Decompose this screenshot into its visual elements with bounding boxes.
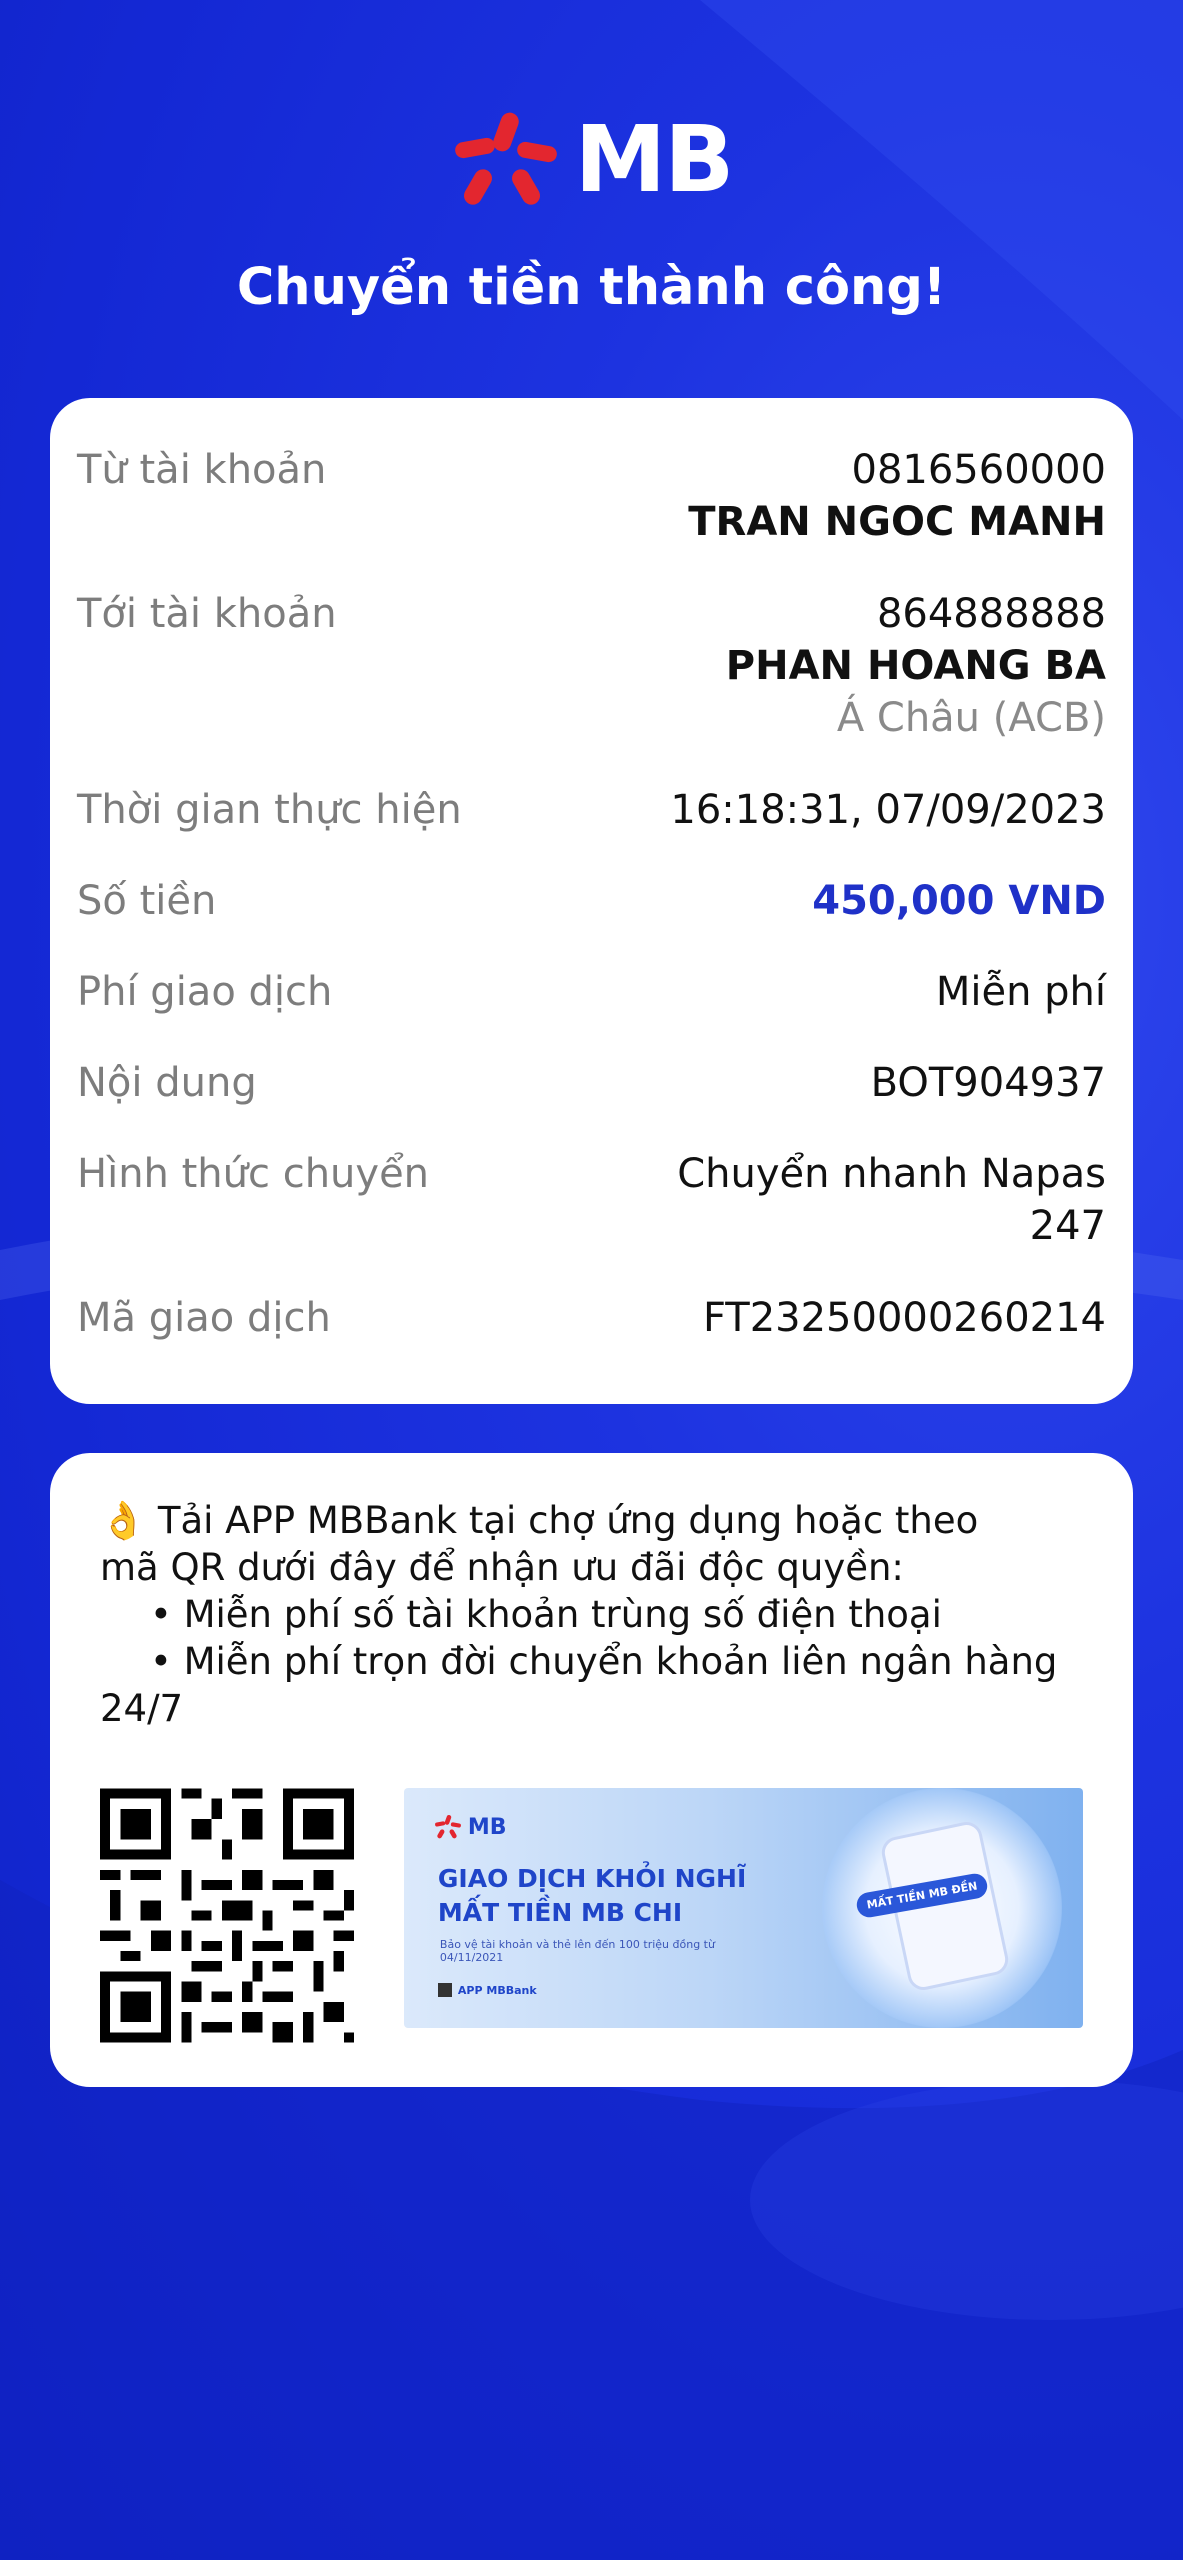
content-label: Nội dung: [77, 1060, 257, 1106]
promo-bullet2: • Miễn phí trọn đời chuyển khoản liên ng…: [150, 1640, 1058, 1683]
banner-headline2: MẤT TIỀN MB CHI: [437, 1898, 683, 1927]
from-account-row: Từ tài khoản 0816560000 TRAN NGOC MANH: [77, 444, 1106, 588]
content-value: BOT904937: [870, 1060, 1106, 1106]
page-title: Chuyển tiền thành công!: [236, 258, 947, 317]
banner-headline1: GIAO DỊCH KHỎI NGHĨ: [437, 1864, 747, 1893]
promo-line1: Tải APP MBBank tại chợ ứng dụng hoặc the…: [157, 1499, 979, 1542]
mb-logo-text: MB: [574, 106, 735, 213]
transaction-details-card: Từ tài khoản 0816560000 TRAN NGOC MANH T…: [50, 398, 1133, 1404]
to-account-bank: Á Châu (ACB): [836, 695, 1106, 741]
promo-card: 👌 Tải APP MBBank tại chợ ứng dụng hoặc t…: [50, 1453, 1133, 2087]
banner-logo: MB: [434, 1814, 507, 1840]
method-value: Chuyển nhanh Napas 247: [677, 1148, 1106, 1252]
from-account-value: 0816560000 TRAN NGOC MANH: [688, 444, 1106, 548]
fee-label: Phí giao dịch: [77, 969, 333, 1015]
mini-qr-icon: [437, 1983, 452, 1997]
promo-bullet1: • Miễn phí số tài khoản trùng số điện th…: [150, 1593, 942, 1636]
mb-star-icon: [454, 112, 557, 205]
mb-logo: MB: [0, 110, 1183, 210]
to-account-label: Tới tài khoản: [77, 591, 337, 637]
promo-line2: mã QR dưới đây để nhận ưu đãi độc quyền:: [100, 1546, 904, 1589]
banner-app-badge: APP MBBank: [437, 1983, 537, 1997]
time-value: 16:18:31, 07/09/2023: [670, 787, 1106, 833]
from-account-number: 0816560000: [851, 447, 1107, 493]
mb-star-icon: [434, 1814, 461, 1839]
amount-label: Số tiền: [77, 878, 217, 924]
method-value-line2: 247: [1029, 1203, 1106, 1249]
to-account-value: 864888888 PHAN HOANG BA Á Châu (ACB): [726, 588, 1106, 744]
promo-line-last: 24/7: [100, 1687, 184, 1730]
ok-hand-icon: 👌: [100, 1499, 147, 1542]
to-account-name: PHAN HOANG BA: [725, 643, 1106, 689]
from-account-name: TRAN NGOC MANH: [688, 499, 1106, 545]
banner-app-label: APP MBBank: [457, 1983, 537, 1997]
banner-subtext: Bảo vệ tài khoản và thẻ lên đến 100 triệ…: [439, 1938, 715, 1964]
header: MB Chuyển tiền thành công!: [0, 110, 1183, 317]
transaction-code-row: Mã giao dịch FT23250000260214: [77, 1292, 1106, 1362]
fee-value: Miễn phí: [935, 969, 1106, 1015]
promo-bottom: MB GIAO DỊCH KHỎI NGHĨ MẤT TIỀN MB CHI B…: [100, 1788, 1083, 2043]
method-value-line1: Chuyển nhanh Napas: [677, 1151, 1106, 1197]
transaction-code-label: Mã giao dịch: [77, 1295, 331, 1341]
method-label: Hình thức chuyển: [77, 1151, 430, 1197]
amount-value: 450,000 VND: [812, 878, 1106, 924]
time-label: Thời gian thực hiện: [77, 787, 462, 833]
time-row: Thời gian thực hiện 16:18:31, 07/09/2023: [77, 784, 1106, 875]
to-account-number: 864888888: [876, 591, 1106, 637]
fee-row: Phí giao dịch Miễn phí: [77, 966, 1106, 1057]
qr-code[interactable]: [100, 1788, 354, 2043]
content-row: Nội dung BOT904937: [77, 1057, 1106, 1148]
transaction-code-value: FT23250000260214: [702, 1295, 1106, 1341]
promo-banner[interactable]: MB GIAO DỊCH KHỎI NGHĨ MẤT TIỀN MB CHI B…: [403, 1788, 1083, 2028]
banner-logo-text: MB: [467, 1814, 507, 1840]
amount-row: Số tiền 450,000 VND: [77, 875, 1106, 966]
promo-text: 👌 Tải APP MBBank tại chợ ứng dụng hoặc t…: [100, 1497, 1083, 1732]
from-account-label: Từ tài khoản: [77, 447, 327, 493]
to-account-row: Tới tài khoản 864888888 PHAN HOANG BA Á …: [77, 588, 1106, 784]
method-row: Hình thức chuyển Chuyển nhanh Napas 247: [77, 1148, 1106, 1292]
